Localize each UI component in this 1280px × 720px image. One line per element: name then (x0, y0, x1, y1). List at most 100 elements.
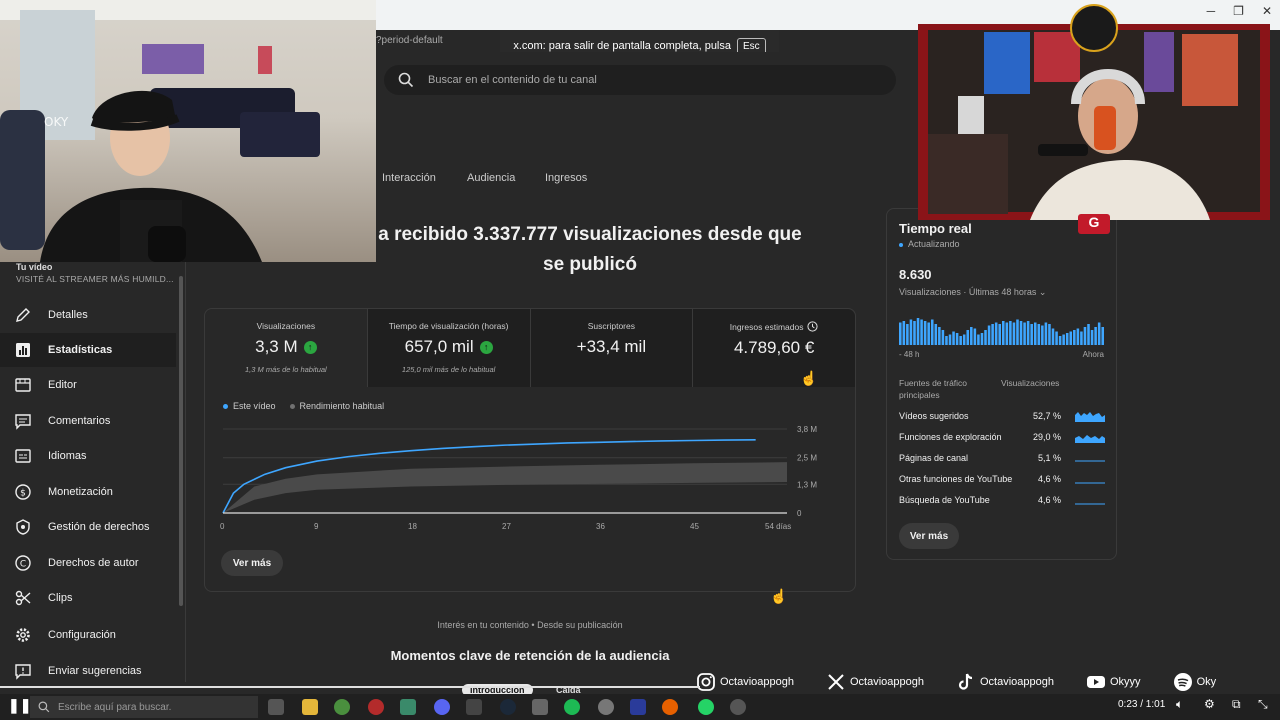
channel-search[interactable]: Buscar en el contenido de tu canal (384, 65, 896, 95)
realtime-bar (1101, 327, 1104, 345)
realtime-panel: Tiempo real Actualizando 8.630 Visualiza… (886, 208, 1117, 560)
sidebar-item-label: Comentarios (48, 415, 111, 427)
source-pct: 4,6 % (1037, 495, 1061, 505)
see-more-button[interactable]: Ver más (221, 550, 283, 576)
realtime-bar (977, 334, 980, 345)
app-icon[interactable] (730, 699, 746, 715)
sidebar-item-estadisticas[interactable]: Estadísticas (0, 333, 176, 367)
settings-icon[interactable]: ⚙ (1204, 697, 1215, 711)
metric-watch-time[interactable]: Tiempo de visualización (horas) 657,0 mi… (367, 309, 531, 387)
realtime-bar (1080, 331, 1083, 345)
sidebar-item-idiomas[interactable]: Idiomas (0, 439, 176, 473)
realtime-bar (934, 324, 938, 345)
sidebar-item-detalles[interactable]: Detalles (0, 298, 176, 332)
app-icon[interactable] (598, 699, 614, 715)
sidebar-item-label: Clips (48, 592, 73, 604)
pip-icon[interactable]: ⧉ (1232, 697, 1241, 712)
search-input[interactable]: Buscar en el contenido de tu canal (428, 74, 597, 86)
sidebar-item-editor[interactable]: Editor (0, 368, 176, 402)
chevron-down-icon: ⌄ (1038, 287, 1047, 297)
metric-subscribers[interactable]: Suscriptores +33,4 mil (530, 309, 694, 387)
close-icon[interactable]: ✕ (1262, 4, 1272, 18)
x-tick-label: 54 días (765, 522, 791, 531)
realtime-bar (959, 336, 962, 345)
search-icon (38, 701, 50, 713)
metric-views[interactable]: Visualizaciones 3,3 M ↑ 1,3 M más de lo h… (205, 309, 368, 387)
realtime-bar (1026, 321, 1030, 345)
chrome-icon[interactable] (334, 699, 350, 715)
player-time: 0:23 / 1:01 (1118, 699, 1166, 710)
realtime-range-select[interactable]: Visualizaciones · Últimas 48 horas ⌄ (899, 287, 1046, 298)
realtime-see-more-button[interactable]: Ver más (899, 523, 959, 549)
arrow-up-icon: ↑ (303, 340, 317, 354)
analytics-icon (16, 343, 30, 357)
spotify-icon[interactable] (564, 699, 580, 715)
sidebar-item-gestion-derechos[interactable]: Gestión de derechos (0, 510, 176, 544)
volume-icon[interactable]: 🔈︎ (1176, 697, 1183, 712)
exit-fullscreen-icon[interactable]: ⤡ (1258, 697, 1268, 712)
sidebar-item-label: Gestión de derechos (48, 521, 150, 533)
source-row: Búsqueda de YouTube 4,6 % (899, 493, 1105, 509)
app-icon[interactable] (532, 699, 548, 715)
sidebar-item-configuracion[interactable]: Configuración (0, 618, 176, 652)
pause-icon[interactable]: ❚❚ (8, 697, 31, 714)
social-handle: Okyyy (1110, 676, 1141, 688)
tab-interaccion[interactable]: Interacción (382, 172, 436, 184)
sidebar-item-label: Idiomas (48, 450, 87, 462)
realtime-bar (1012, 322, 1016, 345)
svg-text:$: $ (20, 489, 26, 499)
dollar-icon: $ (15, 484, 31, 500)
sidebar-item-sugerencias[interactable]: Enviar sugerencias (0, 654, 176, 688)
discord-icon[interactable] (434, 699, 450, 715)
realtime-bar (1087, 324, 1090, 345)
minimize-icon[interactable]: ─ (1207, 4, 1216, 18)
realtime-bar (899, 322, 902, 345)
task-view-icon[interactable] (268, 699, 284, 715)
streamer-webcam-right: G (918, 4, 1270, 234)
headline-line-2: se publicó (543, 254, 637, 275)
realtime-bar (952, 331, 955, 345)
taskbar-search[interactable]: Escribe aquí para buscar. (30, 696, 258, 718)
steam-icon[interactable] (500, 699, 516, 715)
tab-ingresos[interactable]: Ingresos (545, 172, 587, 184)
whatsapp-icon[interactable] (698, 699, 714, 715)
sidebar-item-label: Enviar sugerencias (48, 665, 142, 677)
realtime-bar (945, 336, 948, 345)
sidebar-item-clips[interactable]: Clips (0, 581, 176, 615)
player-progress-bar[interactable] (0, 686, 700, 688)
source-sparkline (1075, 482, 1105, 484)
sidebar-scrollbar[interactable] (179, 276, 183, 606)
file-explorer-icon[interactable] (302, 699, 318, 715)
realtime-bar (966, 330, 970, 345)
realtime-bar (1044, 322, 1048, 345)
tab-audiencia[interactable]: Audiencia (467, 172, 515, 184)
feedback-icon (15, 664, 31, 680)
realtime-bar (998, 324, 1001, 345)
realtime-bar (987, 325, 991, 345)
app-icon[interactable] (368, 699, 384, 715)
source-row: Páginas de canal 5,1 % (899, 451, 1105, 467)
sidebar-item-monetizacion[interactable]: $ Monetización (0, 475, 176, 509)
taskbar-search-input[interactable]: Escribe aquí para buscar. (58, 702, 171, 713)
restore-icon[interactable]: ❐ (1233, 4, 1244, 18)
sidebar-item-derechos-autor[interactable]: C Derechos de autor (0, 546, 176, 580)
app-icon[interactable] (466, 699, 482, 715)
source-sparkline (1075, 503, 1105, 505)
legend-dot (223, 404, 228, 410)
realtime-count: 8.630 (899, 267, 932, 282)
app-icon[interactable] (630, 699, 646, 715)
social-x: Octavioappogh (826, 672, 924, 692)
firefox-icon[interactable] (662, 699, 678, 715)
realtime-bar (927, 322, 930, 345)
metric-label: Ingresos estimados (729, 321, 804, 332)
realtime-bar (1002, 321, 1005, 345)
comment-icon (15, 414, 31, 430)
x-tick-label: 45 (690, 522, 699, 531)
metric-revenue[interactable]: Ingresos estimados 4.789,60 € (693, 309, 855, 387)
app-icon[interactable] (400, 699, 416, 715)
realtime-bar (962, 334, 966, 345)
realtime-bar (1016, 319, 1019, 345)
sidebar-item-comentarios[interactable]: Comentarios (0, 404, 176, 438)
realtime-bar (994, 322, 998, 345)
source-row: Funciones de exploración 29,0 % (899, 430, 1105, 446)
